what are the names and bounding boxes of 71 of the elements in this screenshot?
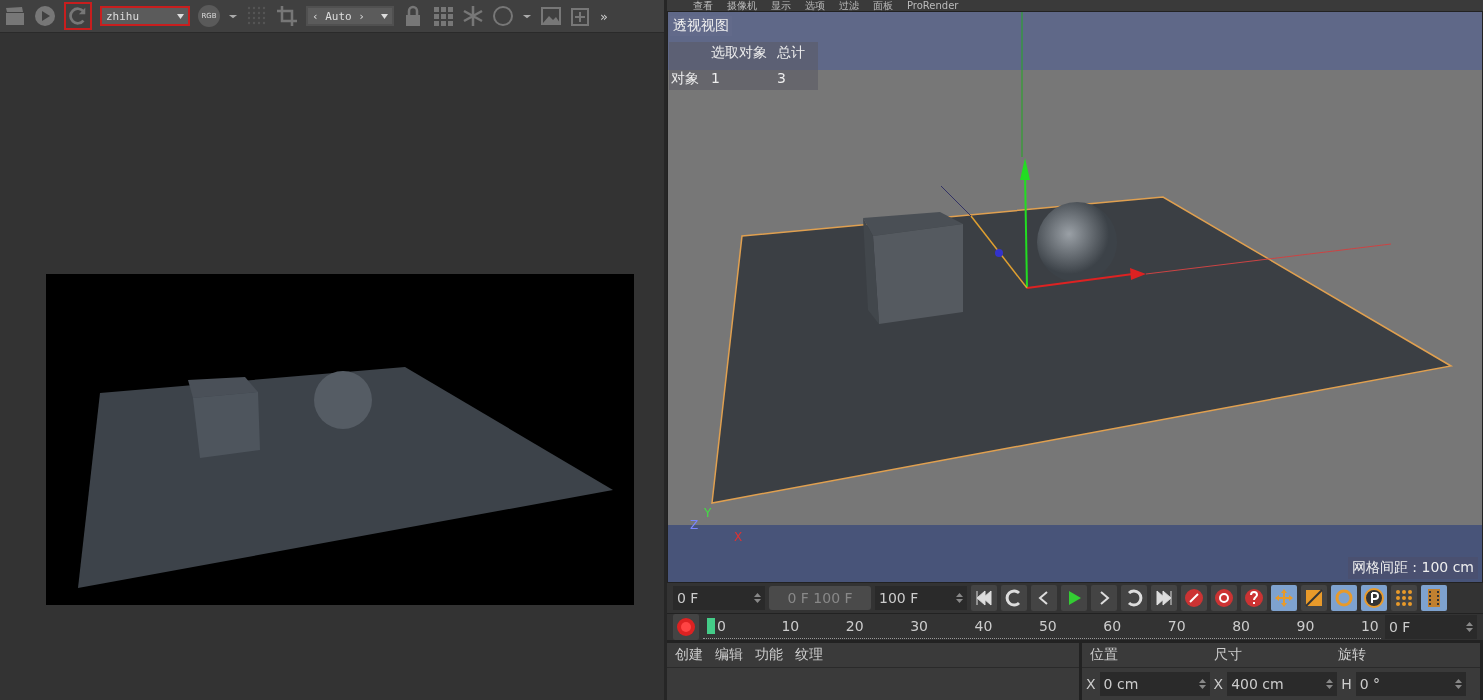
coordinate-field[interactable]: 400 cm	[1227, 672, 1338, 696]
menu-item[interactable]: 编辑	[715, 646, 743, 664]
start-frame-field[interactable]: 0 F	[673, 586, 765, 611]
frame-tick-label: 80	[1232, 618, 1251, 635]
stats-header: 总计	[777, 44, 806, 63]
menu-item[interactable]: 面板	[873, 0, 893, 12]
spinner-arrows-icon[interactable]	[1454, 679, 1462, 689]
circle-icon[interactable]	[492, 5, 514, 27]
stats-value: 1	[711, 70, 721, 89]
caret-icon[interactable]	[381, 11, 388, 21]
current-frame-field[interactable]: 0 F	[1385, 615, 1477, 639]
spinner-arrows-icon[interactable]	[1466, 622, 1473, 632]
menu-item[interactable]: 显示	[771, 0, 791, 12]
menu-item[interactable]: 创建	[675, 646, 703, 664]
frame-tick-label: 70	[1167, 618, 1187, 635]
column-header: 位置	[1090, 646, 1119, 664]
coordinate-field[interactable]: 0 cm	[1099, 672, 1210, 696]
stats-header: 选取对象	[711, 44, 768, 63]
column-header: 旋转	[1338, 646, 1367, 664]
frame-tick-label: 20	[845, 618, 865, 635]
spinner-arrows-icon[interactable]	[956, 593, 963, 604]
grid-spacing-label: 网格间距 : 100 cm	[1347, 557, 1478, 580]
menu-item[interactable]: ProRender	[907, 0, 959, 12]
frame-tick-label: 30	[910, 618, 929, 635]
spinner-arrows-icon[interactable]	[1326, 679, 1334, 689]
play-icon[interactable]	[34, 5, 56, 27]
caret-icon[interactable]	[177, 11, 184, 21]
go-to-start-button[interactable]	[971, 585, 997, 612]
menu-item[interactable]: 过滤	[839, 0, 859, 12]
previous-key-button[interactable]	[1001, 585, 1027, 612]
axis-label: X	[1213, 676, 1224, 692]
menu-item[interactable]: 选项	[805, 0, 825, 12]
add-image-icon[interactable]	[570, 5, 592, 27]
timeline-ruler[interactable]: 0 10 20 30 40 50 60 70 80 90 10	[703, 614, 1381, 640]
column-header: 尺寸	[1214, 646, 1243, 664]
stats-value: 3	[777, 70, 787, 89]
menu-item[interactable]: 功能	[755, 646, 783, 664]
axis-label: X	[734, 530, 743, 545]
record-key-button[interactable]	[1181, 585, 1207, 612]
menu-item[interactable]: 查看	[693, 0, 713, 12]
spinner-arrows-icon[interactable]	[1198, 679, 1206, 689]
frame-tick-label: 10	[1360, 618, 1380, 635]
menu-item[interactable]: 纹理	[795, 646, 823, 664]
frame-tick-label: 50	[1038, 618, 1058, 635]
axis-label: Y	[704, 506, 712, 521]
auto-key-button[interactable]	[1211, 585, 1237, 612]
zoom-dropdown[interactable]: ‹ Auto ›	[306, 6, 394, 26]
frame-tick-label: 40	[974, 618, 994, 635]
axis-label: Z	[690, 518, 699, 533]
axis-label: H	[1341, 676, 1352, 692]
stats-label: 对象	[671, 70, 700, 89]
grid-icon[interactable]	[432, 5, 454, 27]
frame-tick-label: 10	[781, 618, 801, 635]
crop-icon[interactable]	[276, 5, 298, 27]
axis-label: X	[1086, 676, 1096, 692]
refresh-button[interactable]	[64, 2, 92, 30]
spinner-arrows-icon[interactable]	[754, 593, 761, 604]
help-button[interactable]	[1241, 585, 1267, 612]
go-to-end-button[interactable]	[1151, 585, 1177, 612]
frame-tick-label: 0	[707, 618, 737, 635]
overflow-button[interactable]: »	[600, 8, 608, 24]
preset-dropdown[interactable]: zhihu	[100, 6, 190, 26]
coordinate-field[interactable]: 0 °	[1355, 672, 1466, 696]
end-frame-field[interactable]: 100 F	[875, 586, 967, 611]
menu-item[interactable]: 摄像机	[727, 0, 757, 12]
record-button[interactable]	[673, 614, 699, 640]
frame-tick-label: 90	[1296, 618, 1316, 635]
next-key-button[interactable]	[1121, 585, 1147, 612]
image-icon[interactable]	[540, 5, 562, 27]
frame-tick-label: 60	[1103, 618, 1123, 635]
clapperboard-icon[interactable]	[4, 5, 26, 27]
